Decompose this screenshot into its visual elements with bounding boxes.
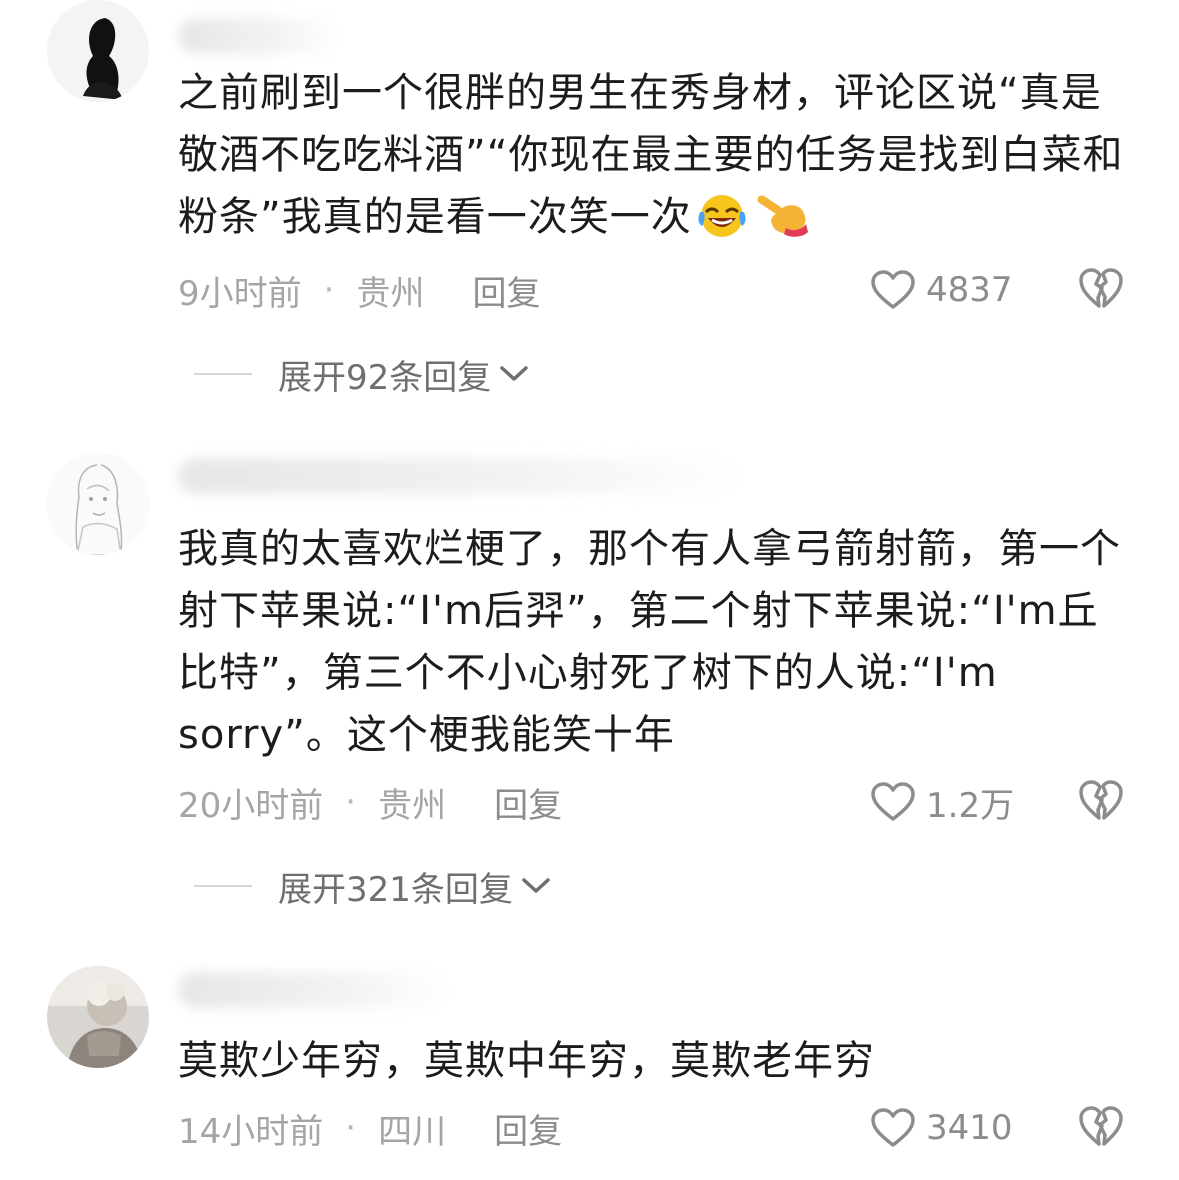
timestamp: 14小时前	[178, 1111, 324, 1152]
like-button[interactable]: 1.2万	[870, 780, 1015, 826]
reply-button[interactable]: 回复	[494, 778, 562, 827]
dislike-button[interactable]	[1078, 266, 1124, 314]
expand-label: 展开92条回复	[278, 357, 492, 398]
avatar[interactable]	[47, 0, 149, 102]
reply-button[interactable]: 回复	[472, 266, 540, 315]
like-count: 3410	[926, 1108, 1013, 1148]
broken-heart-icon	[1079, 780, 1123, 820]
comment-text: 我真的太喜欢烂梗了，那个有人拿弓箭射箭，第一个射下苹果说:“I'm后羿”，第二个…	[178, 518, 1138, 766]
timestamp: 20小时前	[178, 785, 324, 826]
like-button[interactable]: 3410	[870, 1106, 1013, 1150]
like-button[interactable]: 4837	[870, 268, 1013, 312]
comment-meta: 20小时前 · 贵州 回复	[178, 778, 562, 827]
heart-outline-icon	[871, 270, 915, 309]
expand-label: 展开321条回复	[278, 869, 513, 910]
pointing-hand-emoji-icon	[752, 192, 810, 256]
comment-text: 莫欺少年穷，莫欺中年穷，莫欺老年穷	[178, 1030, 1138, 1092]
chevron-down-icon	[500, 366, 529, 381]
comment-text-content: 之前刷到一个很胖的男生在秀身材，评论区说“真是敬酒不吃吃料酒”“你现在最主要的任…	[178, 70, 1124, 240]
meta-separator: ·	[345, 782, 357, 822]
like-count: 4837	[926, 270, 1013, 310]
reply-button[interactable]: 回复	[494, 1104, 562, 1153]
comment-text-content: 莫欺少年穷，莫欺中年穷，莫欺老年穷	[178, 1038, 875, 1084]
laughing-emoji-icon	[694, 192, 750, 256]
dislike-button[interactable]	[1078, 1104, 1124, 1152]
location: 贵州	[378, 785, 447, 826]
username-blurred[interactable]	[178, 18, 338, 54]
meta-separator: ·	[345, 1108, 357, 1148]
username-blurred[interactable]	[178, 972, 448, 1008]
divider-line	[194, 885, 252, 887]
expand-replies-button[interactable]: 展开92条回复	[194, 352, 529, 398]
heart-outline-icon	[871, 1108, 915, 1147]
chevron-down-icon	[522, 878, 550, 893]
avatar[interactable]	[47, 966, 149, 1068]
like-count: 1.2万	[926, 785, 1015, 826]
location: 四川	[378, 1111, 447, 1152]
location: 贵州	[356, 273, 425, 314]
heart-outline-icon	[871, 782, 915, 821]
broken-heart-icon	[1079, 1106, 1123, 1146]
comment-meta: 9小时前 · 贵州 回复	[178, 266, 540, 315]
meta-separator: ·	[323, 270, 335, 310]
username-blurred[interactable]	[178, 458, 738, 494]
dislike-button[interactable]	[1078, 778, 1124, 826]
comment-meta: 14小时前 · 四川 回复	[178, 1104, 562, 1153]
avatar[interactable]	[47, 453, 149, 555]
timestamp: 9小时前	[178, 273, 302, 314]
expand-replies-button[interactable]: 展开321条回复	[194, 864, 551, 910]
comment-text: 之前刷到一个很胖的男生在秀身材，评论区说“真是敬酒不吃吃料酒”“你现在最主要的任…	[178, 62, 1138, 256]
comment-text-content: 我真的太喜欢烂梗了，那个有人拿弓箭射箭，第一个射下苹果说:“I'm后羿”，第二个…	[178, 526, 1121, 758]
broken-heart-icon	[1079, 268, 1123, 308]
divider-line	[194, 373, 252, 375]
